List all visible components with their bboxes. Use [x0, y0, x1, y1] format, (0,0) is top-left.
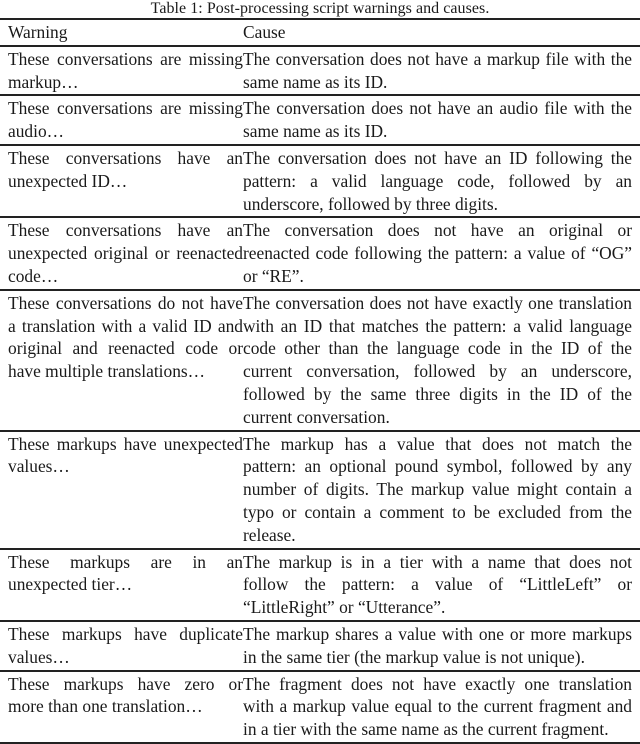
column-header-warning: Warning	[0, 19, 243, 46]
cause-cell: The conversation does not have an ID fol…	[243, 145, 640, 217]
table-row: These conversations have an unexpected o…	[0, 217, 640, 289]
warning-cell: These markups have zero or more than one…	[0, 671, 243, 743]
warning-text: These markups have unexpected values…	[8, 433, 243, 477]
table-row: These markups have zero or more than one…	[0, 670, 640, 743]
warnings-table: Warning Cause These conversations are mi…	[0, 18, 640, 744]
warning-cell: These conversations have an unexpected o…	[0, 217, 243, 289]
column-header-cause: Cause	[243, 19, 640, 46]
table-row: These conversations are missing audio… T…	[0, 95, 640, 145]
warning-text: These conversations have an unexpected o…	[8, 220, 243, 286]
column-header-warning-label: Warning	[8, 22, 68, 42]
cause-cell: The fragment does not have exactly one t…	[243, 671, 640, 743]
cause-text: The conversation does not have a markup …	[243, 48, 632, 92]
warning-text: These conversations are missing audio…	[8, 98, 243, 142]
cause-cell: The conversation does not have exactly o…	[243, 290, 640, 431]
warning-cell: These conversations are missing audio…	[0, 95, 243, 145]
table-row: These markups have duplicate values… The…	[0, 620, 640, 671]
warning-cell: These markups are in an unexpected tier…	[0, 549, 243, 621]
warning-text: These conversations do not have a transl…	[8, 292, 243, 382]
column-header-cause-label: Cause	[243, 22, 286, 42]
warning-cell: These conversations are missing markup…	[0, 46, 243, 96]
table-row: These conversations have an unexpected I…	[0, 144, 640, 217]
cause-cell: The markup is in a tier with a name that…	[243, 549, 640, 621]
warning-text: These markups have duplicate values…	[8, 623, 243, 667]
cause-text: The fragment does not have exactly one t…	[243, 673, 632, 740]
cause-text: The markup shares a value with one or mo…	[243, 623, 632, 667]
warning-cell: These markups have duplicate values…	[0, 621, 243, 671]
table-row: These markups are in an unexpected tier……	[0, 548, 640, 621]
warning-text: These markups are in an unexpected tier…	[8, 551, 243, 595]
table-row: These conversations do not have a transl…	[0, 289, 640, 431]
cause-text: The markup has a value that does not mat…	[243, 433, 632, 545]
table-row: These markups have unexpected values… Th…	[0, 430, 640, 549]
cause-text: The conversation does not have exactly o…	[243, 292, 632, 427]
warning-cell: These conversations have an unexpected I…	[0, 145, 243, 217]
warning-text: These conversations are missing markup…	[8, 48, 243, 92]
table-row: These conversations are missing markup… …	[0, 45, 640, 96]
warning-cell: These markups have unexpected values…	[0, 431, 243, 549]
cause-cell: The conversation does not have a markup …	[243, 46, 640, 96]
table-caption: Table 1: Post-processing script warnings…	[150, 0, 490, 17]
cause-text: The conversation does not have an ID fol…	[243, 147, 632, 214]
cause-text: The conversation does not have an origin…	[243, 220, 632, 286]
cause-text: The conversation does not have an audio …	[243, 98, 632, 142]
warning-text: These conversations have an unexpected I…	[8, 147, 243, 191]
cause-cell: The conversation does not have an audio …	[243, 95, 640, 145]
warning-cell: These conversations do not have a transl…	[0, 290, 243, 431]
cause-cell: The markup shares a value with one or mo…	[243, 621, 640, 671]
cause-cell: The conversation does not have an origin…	[243, 217, 640, 289]
table-header-row: Warning Cause	[0, 19, 640, 46]
cause-text: The markup is in a tier with a name that…	[243, 551, 632, 618]
warning-text: These markups have zero or more than one…	[8, 673, 243, 717]
cause-cell: The markup has a value that does not mat…	[243, 431, 640, 549]
